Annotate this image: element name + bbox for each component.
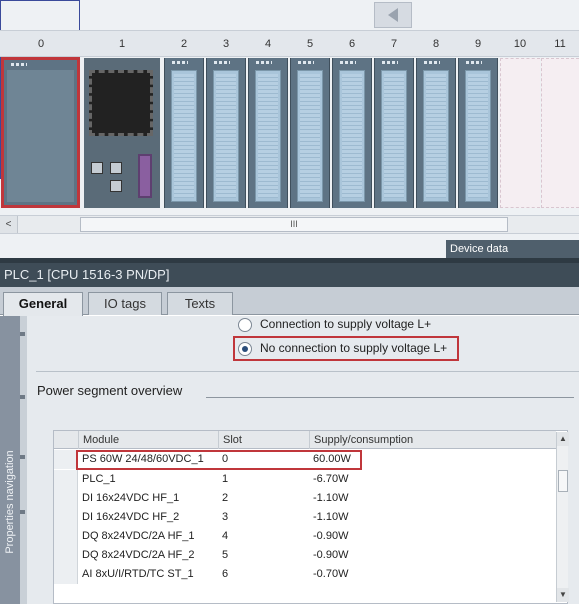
column-header-slot[interactable]: Slot — [218, 431, 309, 449]
nav-marker-icon — [20, 395, 25, 399]
radio-unchecked-icon[interactable] — [238, 317, 252, 332]
cell-supply: -0.70W — [313, 568, 349, 580]
cell-supply: -0.90W — [313, 549, 349, 561]
slot-number-10: 10 — [513, 38, 527, 50]
cell-module: DI 16x24VDC HF_1 — [82, 492, 180, 504]
divider — [36, 371, 579, 372]
empty-slot-10[interactable] — [500, 58, 540, 208]
table-row[interactable]: DQ 8x24VDC/2A HF_2 5 -0.90W — [54, 546, 556, 565]
cell-supply: -6.70W — [313, 473, 349, 485]
slot-number-4: 4 — [264, 38, 272, 50]
scroll-thumb[interactable]: III — [80, 217, 508, 232]
vertical-scrollbar[interactable]: ▲ ▼ — [556, 432, 569, 602]
profibus-connector-icon — [138, 154, 152, 198]
cell-supply: -1.10W — [313, 511, 349, 523]
signal-module-slot-6[interactable] — [332, 58, 372, 208]
ethernet-port-icon — [110, 162, 122, 174]
radio-connection-supply[interactable]: Connection to supply voltage L+ — [238, 315, 431, 335]
slot-number-3: 3 — [222, 38, 230, 50]
cell-module: PLC_1 — [82, 473, 116, 485]
table-row[interactable]: DI 16x24VDC HF_1 2 -1.10W — [54, 489, 556, 508]
scroll-left-icon[interactable]: < — [0, 216, 18, 233]
signal-module-slot-2[interactable] — [164, 58, 204, 208]
nav-marker-icon — [20, 455, 25, 459]
signal-module-slot-3[interactable] — [206, 58, 246, 208]
table-row[interactable]: PLC_1 1 -6.70W — [54, 470, 556, 489]
slot-number-5: 5 — [306, 38, 314, 50]
cell-slot: 4 — [222, 530, 229, 542]
tab-general[interactable]: General — [3, 292, 83, 316]
signal-module-slot-7[interactable] — [374, 58, 414, 208]
cell-slot: 1 — [222, 473, 229, 485]
empty-slot-11[interactable] — [541, 58, 579, 208]
cell-module: AI 8xU/I/RTD/TC ST_1 — [82, 568, 194, 580]
section-underline — [206, 397, 574, 398]
nav-marker-icon — [20, 510, 25, 514]
power-supply-module[interactable] — [1, 57, 80, 208]
slot-number-2: 2 — [180, 38, 188, 50]
properties-title: PLC_1 [CPU 1516-3 PN/DP] — [0, 263, 579, 287]
cell-module: DQ 8x24VDC/2A HF_1 — [82, 530, 195, 542]
table-row[interactable]: AI 8xU/I/RTD/TC ST_1 6 -0.70W — [54, 565, 556, 584]
cpu-display-icon — [89, 70, 153, 136]
cell-supply: -0.90W — [313, 530, 349, 542]
scroll-down-icon[interactable]: ▼ — [557, 588, 569, 602]
cpu-module[interactable] — [84, 58, 160, 208]
signal-module-slot-5[interactable] — [290, 58, 330, 208]
signal-module-slot-4[interactable] — [248, 58, 288, 208]
slot-number-0: 0 — [37, 38, 45, 50]
ethernet-port-icon — [91, 162, 103, 174]
properties-navigation-bar[interactable]: Properties navigation — [0, 316, 20, 604]
highlight-box — [233, 336, 459, 361]
scroll-thumb[interactable] — [558, 470, 568, 492]
cell-module: DI 16x24VDC HF_2 — [82, 511, 180, 523]
column-header-supply[interactable]: Supply/consumption — [309, 431, 556, 449]
table-header: Module Slot Supply/consumption — [54, 431, 556, 449]
properties-navigation-label: Properties navigation — [4, 450, 16, 554]
slot-number-7: 7 — [390, 38, 398, 50]
slot-number-1: 1 — [118, 38, 126, 50]
cell-supply: -1.10W — [313, 492, 349, 504]
slot-number-11: 11 — [554, 38, 566, 50]
navigation-strip — [20, 316, 27, 604]
tab-io-tags[interactable]: IO tags — [88, 292, 162, 315]
cell-slot: 6 — [222, 568, 229, 580]
highlight-box — [76, 450, 362, 470]
table-row[interactable]: DQ 8x24VDC/2A HF_1 4 -0.90W — [54, 527, 556, 546]
horizontal-scrollbar[interactable]: < III — [0, 215, 579, 234]
properties-tabs: General IO tags Texts — [0, 287, 579, 316]
slot-number-8: 8 — [432, 38, 440, 50]
cell-slot: 2 — [222, 492, 229, 504]
cell-slot: 5 — [222, 549, 229, 561]
cell-slot: 3 — [222, 511, 229, 523]
section-title: Power segment overview — [37, 383, 183, 398]
cell-module: DQ 8x24VDC/2A HF_2 — [82, 549, 195, 561]
device-data-tab[interactable]: Device data — [446, 240, 579, 258]
slot-number-9: 9 — [474, 38, 482, 50]
signal-module-slot-8[interactable] — [416, 58, 456, 208]
scroll-up-icon[interactable]: ▲ — [557, 432, 569, 446]
radio-label: Connection to supply voltage L+ — [260, 317, 432, 331]
column-header-module[interactable]: Module — [78, 431, 218, 449]
tab-texts[interactable]: Texts — [167, 292, 233, 315]
nav-marker-icon — [20, 332, 25, 336]
device-rack-view: 0 1 2 3 4 5 6 7 8 9 10 11 < III Device d… — [0, 0, 579, 258]
signal-module-slot-9[interactable] — [458, 58, 498, 208]
table-row[interactable]: DI 16x24VDC HF_2 3 -1.10W — [54, 508, 556, 527]
slot-number-6: 6 — [348, 38, 356, 50]
slot-number-header: 0 1 2 3 4 5 6 7 8 9 10 11 — [0, 30, 579, 57]
ethernet-port-icon — [110, 180, 122, 192]
collapse-arrow-icon[interactable] — [374, 2, 412, 28]
